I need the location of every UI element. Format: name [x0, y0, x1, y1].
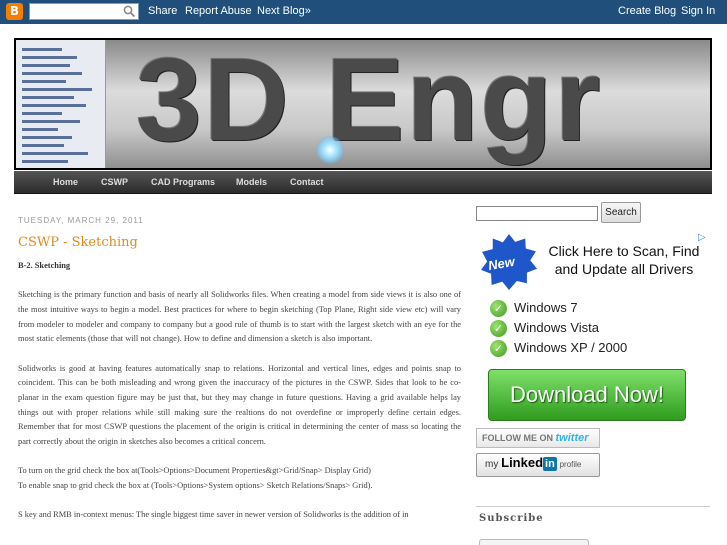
post-paragraph: S key and RMB in-context menus: The sing…	[18, 510, 409, 520]
checkmark-icon: ✓	[490, 300, 507, 317]
page-tabs: Home CSWP CAD Programs Models Contact	[14, 171, 712, 194]
post-title[interactable]: CSWP - Sketching	[18, 235, 138, 250]
tab-contact[interactable]: Contact	[290, 177, 324, 187]
report-abuse-link[interactable]: Report Abuse	[185, 5, 252, 17]
sign-in-link[interactable]: Sign In	[681, 5, 715, 17]
adchoices-icon[interactable]: ▷	[698, 232, 706, 243]
linkedin-logo-text: Linked	[501, 455, 544, 470]
post-subheading: B-2. Sketching	[18, 261, 71, 270]
tab-cswp[interactable]: CSWP	[101, 177, 128, 187]
glow-light-icon	[316, 136, 344, 164]
blogger-logo-icon[interactable]: B	[6, 3, 23, 20]
post-body: B-2. Sketching Sketching is the primary …	[18, 259, 461, 537]
share-link[interactable]: Share	[148, 5, 177, 17]
post-paragraph: To enable snap to grid check the box at …	[18, 480, 373, 490]
twitter-prefix: FOLLOW ME ON	[482, 433, 553, 443]
post-paragraph: Sketching is the primary function and ba…	[18, 290, 461, 344]
twitter-follow-button[interactable]: FOLLOW ME ON twitter	[476, 428, 600, 448]
blog-title: 3D Engr	[136, 40, 603, 166]
linkedin-profile-button[interactable]: my Linked in profile	[476, 453, 600, 477]
subscribe-widget[interactable]	[479, 539, 589, 545]
checkmark-icon: ✓	[490, 340, 507, 357]
post-paragraph: To turn on the grid check the box at(Too…	[18, 466, 371, 476]
feature-tree-graphic	[16, 40, 106, 168]
search-icon[interactable]	[123, 5, 136, 18]
linkedin-in-icon: in	[543, 457, 557, 471]
linkedin-suffix: profile	[559, 460, 582, 469]
ad-item-label: Windows XP / 2000	[514, 340, 628, 355]
sidebar-search-input[interactable]	[476, 206, 598, 221]
sidebar-divider	[476, 506, 710, 507]
navbar-search-input[interactable]	[29, 3, 139, 20]
header-banner-image[interactable]: 3D Engr	[16, 40, 710, 168]
twitter-logo-icon: twitter	[555, 432, 589, 444]
tab-home[interactable]: Home	[53, 177, 78, 187]
driver-ad[interactable]: New Click Here to Scan, Find and Update …	[476, 230, 710, 424]
subscribe-heading: Subscribe	[479, 513, 544, 524]
post-paragraph: Solidworks is good at having features au…	[18, 363, 461, 447]
create-blog-link[interactable]: Create Blog	[618, 5, 676, 17]
blogger-navbar: B Share Report Abuse Next Blog» Create B…	[0, 0, 727, 24]
post-date: TUESDAY, MARCH 29, 2011	[18, 216, 144, 225]
ad-headline[interactable]: Click Here to Scan, Find and Update all …	[542, 242, 706, 278]
ad-item-label: Windows 7	[514, 300, 578, 315]
download-now-button[interactable]: Download Now!	[488, 369, 686, 421]
linkedin-prefix: my	[485, 459, 499, 470]
blog-header: 3D Engr	[14, 38, 712, 170]
tab-cad-programs[interactable]: CAD Programs	[151, 177, 215, 187]
tab-models[interactable]: Models	[236, 177, 267, 187]
search-button[interactable]: Search	[601, 202, 641, 223]
next-blog-link[interactable]: Next Blog»	[257, 5, 311, 17]
ad-item-label: Windows Vista	[514, 320, 600, 335]
checkmark-icon: ✓	[490, 320, 507, 337]
